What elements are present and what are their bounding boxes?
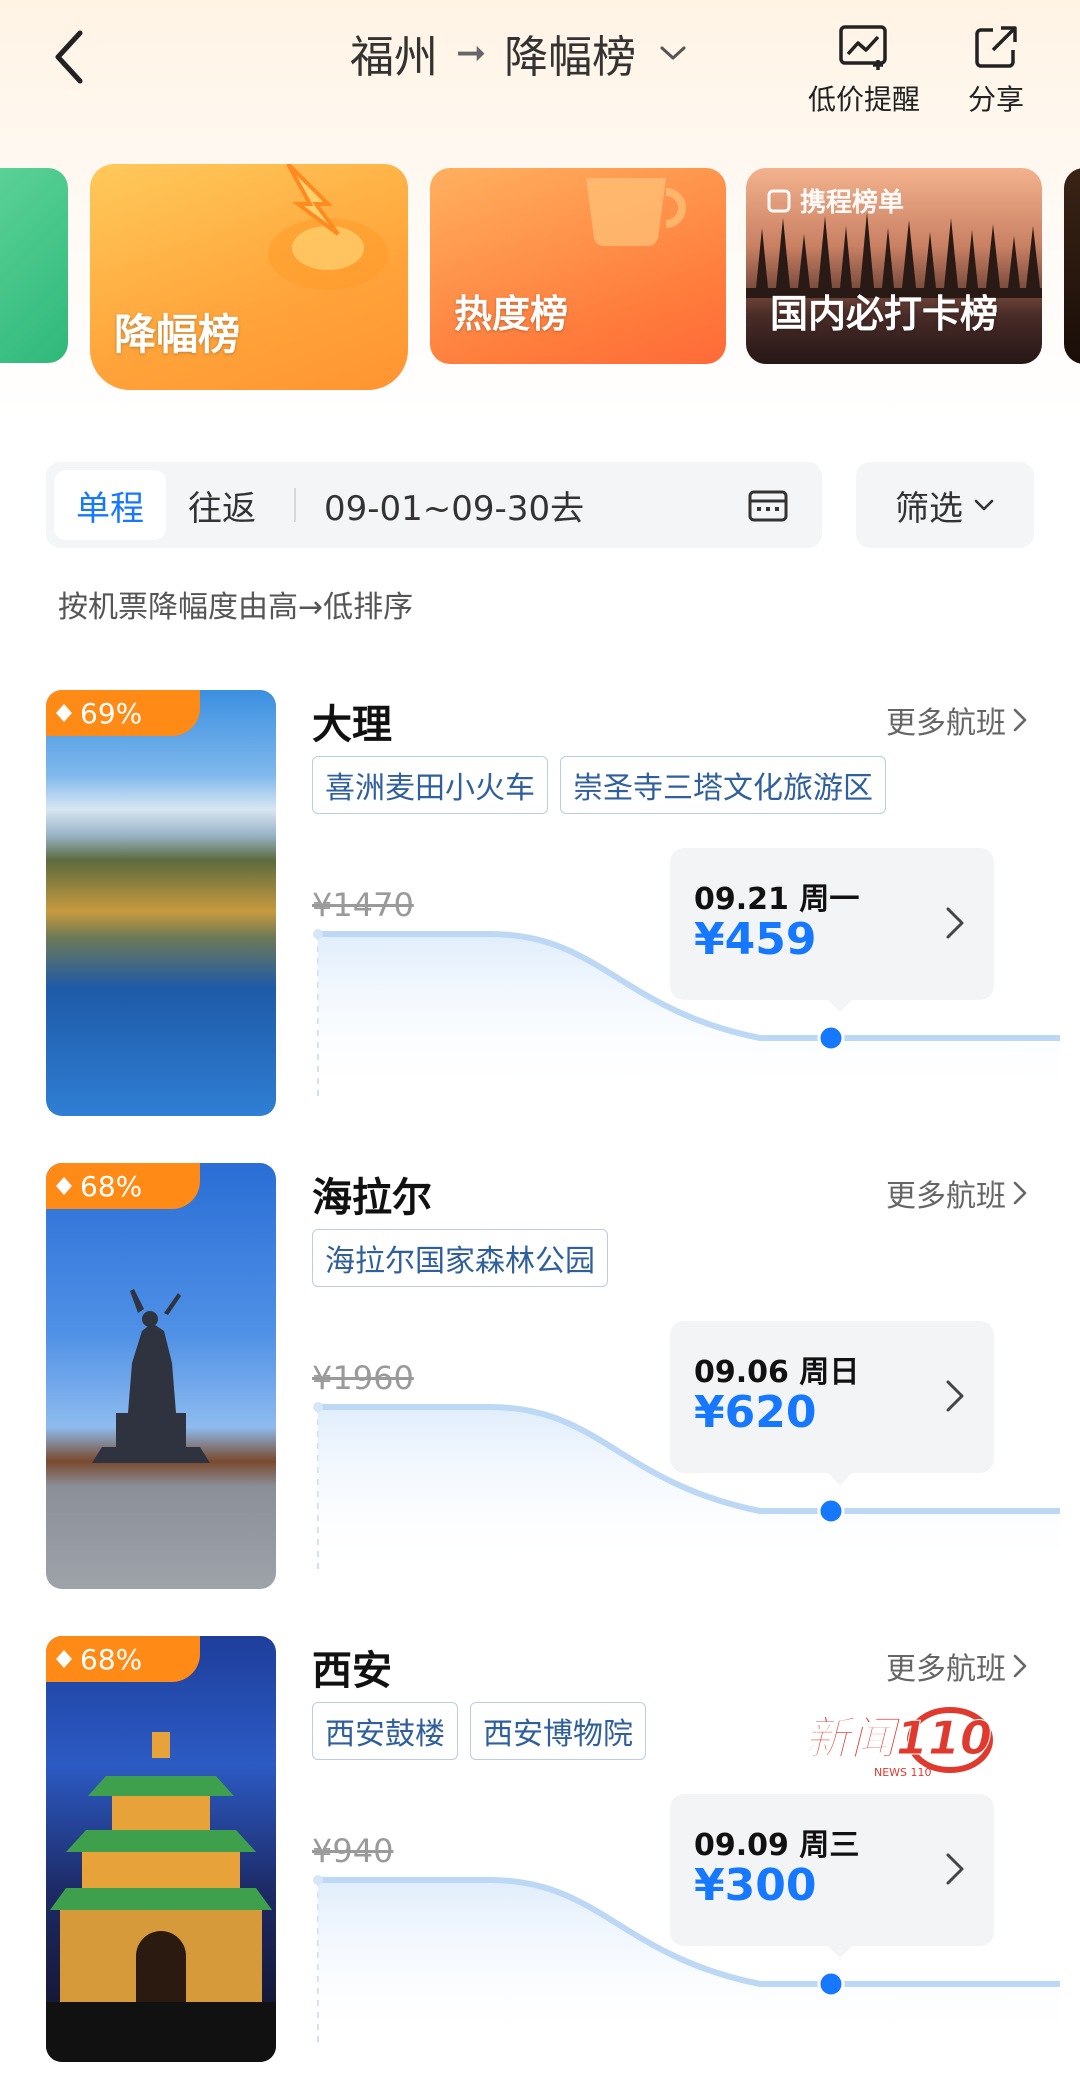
badge-icon	[767, 189, 791, 212]
ranking-badge: 携程榜单	[766, 182, 904, 219]
statue-silhouette-image	[92, 1289, 210, 1463]
chevron-right-icon	[946, 1853, 964, 1885]
attraction-tag[interactable]: 喜洲麦田小火车	[312, 756, 548, 814]
filter-button[interactable]: 筛选	[856, 462, 1034, 548]
attraction-tags: 喜洲麦田小火车 崇圣寺三塔文化旅游区	[312, 756, 886, 814]
destination-item[interactable]: 69% 大理 更多航班 喜洲麦田小火车 崇圣寺三塔文化旅游区 ¥1470 09.…	[0, 690, 1080, 1130]
destination-photo: 68%	[46, 1636, 276, 2062]
more-flights-label: 更多航班	[886, 1179, 1006, 1214]
destination-item[interactable]: 68% 海拉尔 更多航班 海拉尔国家森林公园 ¥1960 09.06 周日 ¥6…	[0, 1163, 1080, 1603]
diamond-down-icon	[56, 1177, 72, 1195]
price-drop-badge: 69%	[46, 690, 200, 736]
attraction-tags: 海拉尔国家森林公园	[312, 1229, 608, 1287]
svg-text:NEWS 110: NEWS 110	[874, 1766, 932, 1779]
back-button[interactable]	[50, 22, 110, 92]
price-drop-badge: 68%	[46, 1636, 200, 1682]
lowest-price: ¥620	[694, 1387, 817, 1438]
diamond-down-icon	[56, 704, 72, 722]
lowest-price-date: 09.21 周一	[694, 882, 860, 917]
chevron-right-icon	[1013, 708, 1027, 732]
board-name: 降幅榜	[504, 32, 637, 83]
ranking-card-domestic[interactable]: 携程榜单 国内必打卡榜	[746, 168, 1042, 364]
origin-city: 福州	[350, 32, 438, 83]
price-alert-label: 低价提醒	[808, 83, 921, 116]
ranking-badge-text: 携程榜单	[800, 188, 905, 218]
chevron-right-icon	[946, 907, 964, 939]
ranking-card-hot[interactable]: 热度榜	[430, 168, 726, 364]
diamond-down-icon	[56, 1650, 72, 1668]
more-flights-link[interactable]: 更多航班	[886, 1171, 1028, 1215]
round-trip-tab[interactable]: 往返	[166, 470, 278, 540]
attraction-tag[interactable]: 西安博物院	[470, 1702, 646, 1760]
chevron-right-icon	[1013, 1654, 1027, 1678]
ranking-label: 国内必打卡榜	[770, 292, 999, 336]
coffee-cup-icon	[586, 178, 686, 247]
date-range-field[interactable]: 09-01~09-30去	[324, 462, 584, 548]
attraction-tag[interactable]: 崇圣寺三塔文化旅游区	[560, 756, 886, 814]
price-trend-icon	[839, 25, 887, 70]
original-price: ¥1960	[312, 1359, 414, 1397]
more-flights-label: 更多航班	[886, 706, 1006, 741]
chevron-right-icon	[1013, 1181, 1027, 1205]
news110-watermark-logo: 新闻110 NEWS 110	[804, 1707, 993, 1779]
price-alert-button[interactable]: 低价提醒	[808, 24, 920, 118]
lowest-price-date: 09.06 周日	[694, 1355, 860, 1390]
svg-text:新闻110: 新闻110	[804, 1711, 992, 1765]
destination-name: 大理	[312, 702, 392, 748]
original-price: ¥1470	[312, 886, 414, 924]
ranking-card-prev[interactable]	[0, 168, 68, 363]
price-drop-badge: 68%	[46, 1163, 200, 1209]
price-drop-value: 68%	[80, 1642, 143, 1676]
price-drop-value: 68%	[80, 1169, 143, 1203]
one-way-tab[interactable]: 单程	[54, 470, 166, 540]
tower-silhouette-image	[46, 1732, 276, 2062]
route-title[interactable]: 福州 ➞ 降幅榜	[350, 18, 688, 88]
lowest-price-date: 09.09 周三	[694, 1828, 860, 1863]
destination-name: 海拉尔	[312, 1175, 432, 1221]
attraction-tags: 西安鼓楼 西安博物院	[312, 1702, 646, 1760]
ranking-card-decline[interactable]: 降幅榜	[90, 164, 408, 390]
share-button[interactable]: 分享	[968, 24, 1024, 118]
trip-type-bar: 单程 往返 09-01~09-30去	[46, 462, 822, 548]
down-arrow-coin-icon	[268, 164, 388, 290]
route-arrow-icon: ➞	[456, 32, 487, 74]
chevron-down-icon	[660, 46, 686, 60]
sort-description: 按机票降幅度由高→低排序	[58, 590, 414, 625]
price-drop-value: 69%	[80, 696, 143, 730]
lowest-price-tooltip[interactable]: 09.21 周一 ¥459	[670, 848, 994, 1012]
ranking-label: 降幅榜	[114, 310, 241, 359]
chevron-left-icon	[55, 30, 83, 84]
more-flights-link[interactable]: 更多航班	[886, 1644, 1028, 1688]
destination-photo: 69%	[46, 690, 276, 1116]
lowest-price-tooltip[interactable]: 09.09 周三 ¥300	[670, 1794, 994, 1958]
divider	[294, 488, 296, 522]
destination-photo: 68%	[46, 1163, 276, 1589]
more-flights-link[interactable]: 更多航班	[886, 698, 1028, 742]
filter-label: 筛选	[895, 488, 963, 529]
ranking-card-next[interactable]	[1064, 168, 1080, 364]
share-label: 分享	[968, 83, 1025, 116]
share-icon	[975, 26, 1017, 68]
chevron-right-icon	[946, 1380, 964, 1412]
more-flights-label: 更多航班	[886, 1652, 1006, 1687]
calendar-icon[interactable]	[746, 484, 790, 526]
lowest-price: ¥300	[694, 1860, 817, 1911]
lowest-price-tooltip[interactable]: 09.06 周日 ¥620	[670, 1321, 994, 1485]
lowest-price: ¥459	[694, 914, 817, 965]
ranking-label: 热度榜	[454, 292, 569, 336]
destination-name: 西安	[312, 1648, 392, 1694]
original-price: ¥940	[312, 1832, 394, 1870]
attraction-tag[interactable]: 海拉尔国家森林公园	[312, 1229, 608, 1287]
chevron-down-icon	[974, 499, 994, 511]
attraction-tag[interactable]: 西安鼓楼	[312, 1702, 458, 1760]
top-bar: 福州 ➞ 降幅榜 低价提醒 分享	[0, 0, 1080, 130]
